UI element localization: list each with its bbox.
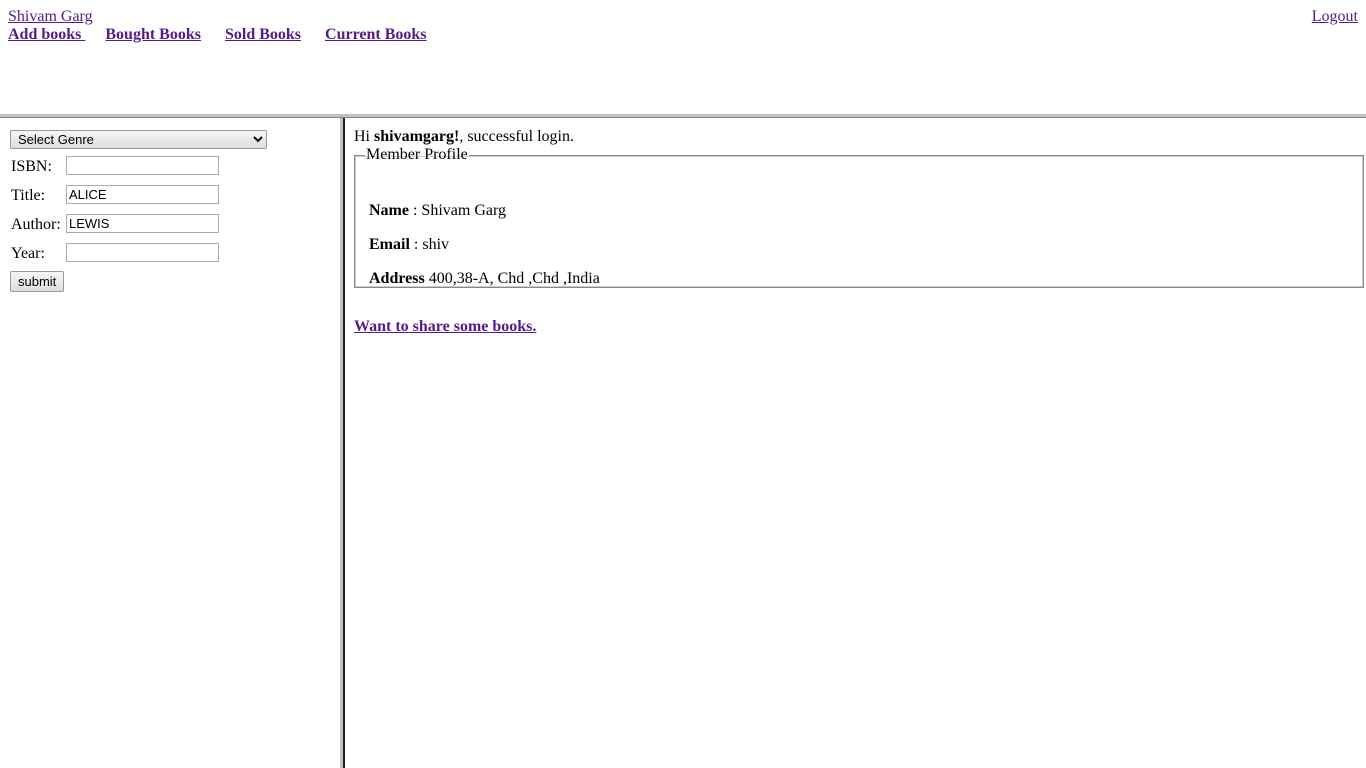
profile-email: Email : shiv — [369, 236, 449, 254]
submit-button[interactable]: submit — [10, 271, 65, 292]
profile-name: Name : Shivam Garg — [369, 202, 506, 220]
email-label: Email — [369, 236, 410, 253]
isbn-label: ISBN: — [11, 158, 52, 175]
year-input[interactable] — [66, 243, 219, 262]
greeting: Hi shivamgarg!, successful login. — [354, 128, 574, 146]
logout-link[interactable]: Logout — [1312, 8, 1358, 26]
genre-select[interactable]: Select Genre — [10, 130, 267, 149]
username: shivamgarg! — [374, 128, 460, 145]
author-input[interactable] — [66, 214, 219, 233]
nav-add-books[interactable]: Add books — [8, 26, 85, 43]
address-value: 400,38-A, Chd ,Chd ,India — [424, 270, 600, 287]
profile-address: Address 400,38-A, Chd ,Chd ,India — [369, 270, 600, 288]
isbn-input[interactable] — [66, 156, 219, 175]
profile-legend: Member Profile — [366, 146, 468, 163]
nav-current-books[interactable]: Current Books — [325, 26, 427, 43]
share-books-link[interactable]: Want to share some books. — [354, 318, 536, 336]
year-label: Year: — [11, 245, 45, 262]
title-label: Title: — [11, 187, 46, 204]
greeting-prefix: Hi — [354, 128, 374, 145]
author-label: Author: — [11, 216, 61, 233]
search-form: Select Genre ISBN: Title: Author: Year: … — [10, 130, 267, 292]
vertical-divider[interactable] — [340, 118, 345, 768]
address-label: Address — [369, 270, 425, 287]
nav-bar: Add books Bought Books Sold Books Curren… — [8, 26, 447, 44]
user-name-link[interactable]: Shivam Garg — [8, 8, 93, 26]
nav-bought-books[interactable]: Bought Books — [105, 26, 201, 43]
email-value: : shiv — [409, 236, 450, 253]
member-profile: Member Profile Name : Shivam Garg Email … — [354, 146, 1364, 288]
nav-sold-books[interactable]: Sold Books — [225, 26, 301, 43]
horizontal-divider — [0, 114, 1366, 118]
title-input[interactable] — [66, 185, 219, 204]
greeting-suffix: , successful login. — [459, 128, 574, 145]
name-label: Name — [369, 202, 409, 219]
name-value: : Shivam Garg — [408, 202, 507, 219]
